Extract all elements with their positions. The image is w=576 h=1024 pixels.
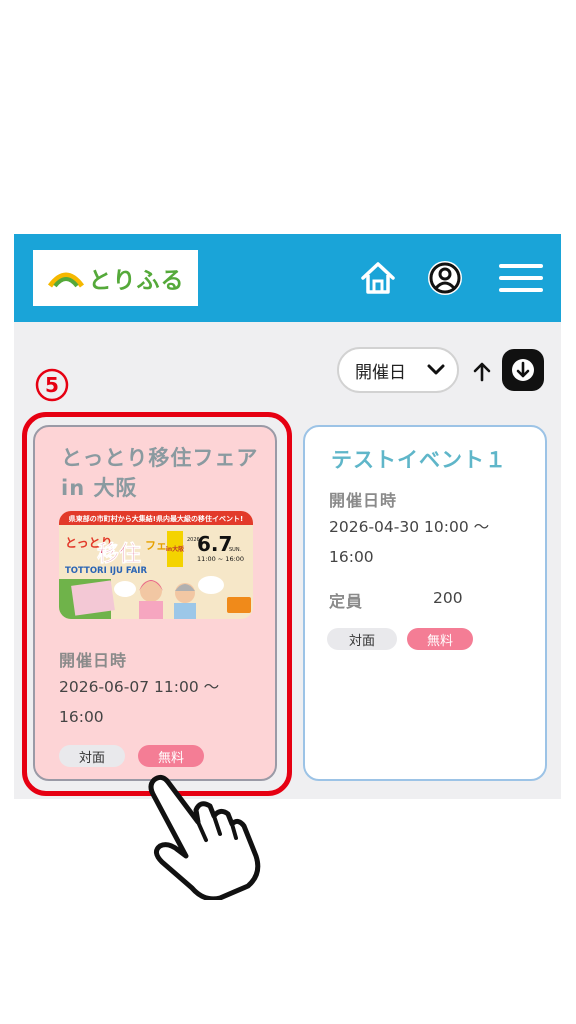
capacity-value: 200: [433, 589, 463, 607]
sort-select[interactable]: 開催日: [337, 347, 459, 393]
tag-format: 対面: [327, 628, 397, 650]
highlight-frame: [22, 412, 292, 796]
datetime-label: 開催日時: [329, 491, 398, 510]
datetime-value: 2026-04-30 10:00 〜 16:00: [329, 518, 490, 566]
sort-descending-button[interactable]: [502, 349, 544, 391]
sort-ascending-button[interactable]: [470, 360, 494, 384]
step-number-marker: 5: [35, 368, 69, 402]
logo[interactable]: とりふる: [33, 250, 198, 306]
chevron-down-icon: [427, 364, 445, 375]
event-card-2[interactable]: テストイベント１ 開催日時 2026-04-30 10:00 〜 16:00 定…: [303, 425, 547, 781]
menu-icon[interactable]: [496, 258, 546, 298]
logo-rainbow-icon: [47, 272, 84, 288]
event-title: テストイベント１: [331, 448, 507, 472]
tag-price: 無料: [407, 628, 473, 650]
logo-text: とりふる: [88, 268, 185, 294]
capacity-label: 定員: [329, 592, 364, 611]
home-icon[interactable]: [358, 258, 398, 298]
svg-text:5: 5: [45, 373, 59, 397]
pointing-hand-icon: [148, 774, 261, 900]
arrow-up-icon: [473, 362, 491, 382]
sort-select-value: 開催日: [355, 362, 406, 383]
account-icon[interactable]: [425, 258, 465, 298]
arrow-down-icon: [512, 359, 534, 381]
app-header: とりふる: [14, 234, 561, 322]
